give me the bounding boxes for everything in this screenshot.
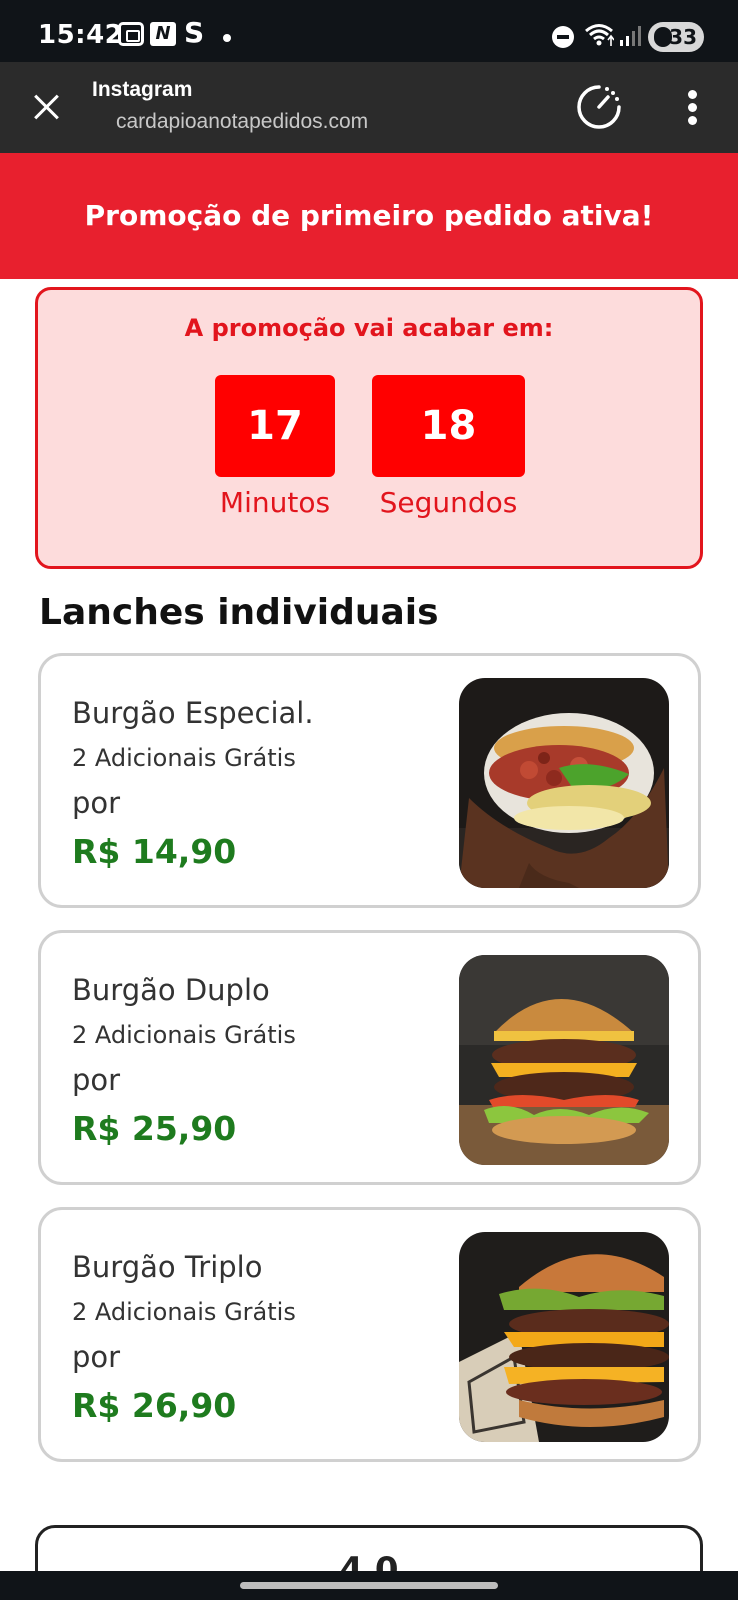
product-por: por <box>72 1340 121 1374</box>
countdown-seconds-label: Segundos <box>379 486 518 519</box>
promo-banner-text: Promoção de primeiro pedido ativa! <box>84 199 654 232</box>
browser-url[interactable]: cardapioanotapedidos.com <box>92 110 369 180</box>
promo-banner: Promoção de primeiro pedido ativa! <box>0 153 738 279</box>
product-description: 2 Adicionais Grátis <box>72 1021 296 1049</box>
countdown-box: A promoção vai acabar em: 17 18 Minutos … <box>35 287 703 569</box>
product-card-duplo[interactable]: Burgão Duplo 2 Adicionais Grátis por R$ … <box>38 930 701 1185</box>
wifi-icon <box>585 24 614 46</box>
s-icon: S <box>184 16 205 49</box>
browser-title: Instagram <box>92 78 193 101</box>
product-image <box>459 1232 669 1442</box>
screenshot-icon <box>118 22 144 46</box>
product-name: Burgão Triplo <box>72 1250 263 1284</box>
product-por: por <box>72 1063 121 1097</box>
close-icon[interactable] <box>28 88 66 126</box>
product-price: R$ 26,90 <box>72 1386 237 1425</box>
battery-icon: 33 <box>648 22 704 52</box>
product-name: Burgão Duplo <box>72 973 270 1007</box>
status-time: 15:42 <box>38 20 124 50</box>
product-card-especial[interactable]: Burgão Especial. 2 Adicionais Grátis por… <box>38 653 701 908</box>
signal-icon <box>620 26 641 46</box>
speed-icon[interactable] <box>576 84 622 130</box>
product-description: 2 Adicionais Grátis <box>72 1298 296 1326</box>
dot-icon <box>223 34 231 42</box>
product-price: R$ 14,90 <box>72 832 237 871</box>
product-por: por <box>72 786 121 820</box>
countdown-title: A promoção vai acabar em: <box>184 314 554 342</box>
battery-level: 33 <box>669 25 697 49</box>
product-card-triplo[interactable]: Burgão Triplo 2 Adicionais Grátis por R$… <box>38 1207 701 1462</box>
countdown-seconds: 18 <box>372 375 525 477</box>
browser-header: Instagram cardapioanotapedidos.com <box>0 62 738 180</box>
section-title: Lanches individuais <box>39 592 439 633</box>
product-price: R$ 25,90 <box>72 1109 237 1148</box>
url-text: cardapioanotapedidos.com <box>116 110 369 133</box>
countdown-minutes: 17 <box>215 375 335 477</box>
countdown-minutes-label: Minutos <box>219 486 331 519</box>
navigation-bar <box>0 1571 738 1600</box>
home-handle[interactable] <box>240 1582 498 1589</box>
more-options-icon[interactable] <box>676 88 710 128</box>
product-name: Burgão Especial. <box>72 696 314 730</box>
netflix-icon: N <box>150 22 176 46</box>
product-image <box>459 955 669 1165</box>
dnd-icon <box>552 26 574 48</box>
product-description: 2 Adicionais Grátis <box>72 744 296 772</box>
product-image <box>459 678 669 888</box>
status-bar: 15:42 N S 33 <box>0 0 738 62</box>
